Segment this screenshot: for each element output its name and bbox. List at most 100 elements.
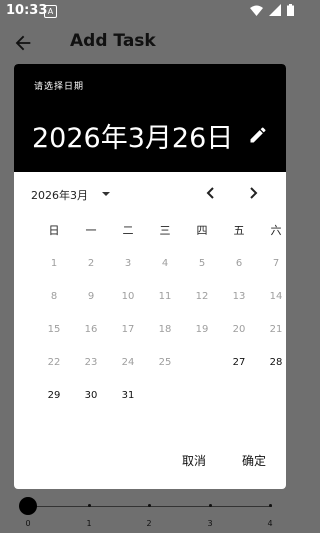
status-bar: 10:33 A — [0, 0, 300, 22]
arrow-left-icon[interactable] — [12, 32, 34, 54]
day-label: 18 — [158, 324, 172, 335]
chevron-left-icon[interactable] — [204, 186, 218, 200]
day-label: 11 — [158, 291, 172, 302]
weekday-label: 四 — [196, 224, 208, 237]
day-cell: 3 — [111, 249, 145, 279]
day-cell: 2 — [74, 249, 108, 279]
day-label: 5 — [198, 258, 206, 269]
slider-tick — [209, 504, 212, 507]
signal-icon — [269, 4, 281, 16]
priority-slider[interactable]: 0 1 2 3 4 — [0, 492, 300, 533]
day-label: 1 — [50, 258, 58, 269]
day-cell: 14 — [259, 282, 286, 312]
day-label: 24 — [121, 357, 135, 368]
weekday-label: 日 — [48, 224, 60, 237]
day-cell[interactable]: 31 — [111, 381, 145, 411]
day-cell: 17 — [111, 315, 145, 345]
day-cell[interactable]: 30 — [74, 381, 108, 411]
chevron-right-icon[interactable] — [246, 186, 260, 200]
day-label: 4 — [161, 258, 169, 269]
dialog-hint: 请选择日期 — [34, 82, 85, 92]
day-cell[interactable]: 29 — [37, 381, 71, 411]
day-label: 9 — [87, 291, 95, 302]
slider-tick — [269, 504, 272, 507]
day-label: 16 — [84, 324, 98, 335]
day-cell: 5 — [185, 249, 219, 279]
day-label: 13 — [232, 291, 246, 302]
day-label: 28 — [269, 357, 283, 368]
day-label: 15 — [47, 324, 61, 335]
day-label: 8 — [50, 291, 58, 302]
day-label: 6 — [235, 258, 243, 269]
weekday-label: 一 — [85, 224, 97, 237]
dialog-header: 请选择日期 2026年3月26日 — [14, 64, 286, 172]
cancel-button[interactable]: 取消 — [182, 452, 206, 469]
notification-icon: A — [44, 5, 57, 18]
weekday-label: 二 — [122, 224, 134, 237]
day-label: 23 — [84, 357, 98, 368]
day-cell[interactable]: 28 — [259, 348, 286, 378]
day-cell[interactable]: 27 — [222, 348, 256, 378]
day-cell: 24 — [111, 348, 145, 378]
day-cell: 25 — [148, 348, 182, 378]
app-bar: Add Task — [0, 22, 300, 66]
status-icons — [250, 4, 294, 16]
day-label: 7 — [272, 258, 280, 269]
day-label: 10 — [121, 291, 135, 302]
slider-tick-label: 3 — [207, 519, 213, 528]
day-label: 26 — [195, 357, 209, 368]
slider-thumb[interactable] — [19, 497, 37, 515]
slider-tick-label: 4 — [267, 519, 273, 528]
day-cell: 22 — [37, 348, 71, 378]
weekday-label: 六 — [270, 224, 282, 237]
status-time: 10:33 — [6, 3, 48, 18]
battery-icon — [287, 4, 294, 16]
day-label: 22 — [47, 357, 61, 368]
day-label: 3 — [124, 258, 132, 269]
day-label: 31 — [121, 390, 135, 401]
day-cell: 23 — [74, 348, 108, 378]
day-cell: 16 — [74, 315, 108, 345]
day-cell: 7 — [259, 249, 286, 279]
day-label: 30 — [84, 390, 98, 401]
caret-down-icon[interactable] — [100, 188, 112, 200]
day-cell: 18 — [148, 315, 182, 345]
day-cell: 8 — [37, 282, 71, 312]
slider-tick-label: 2 — [146, 519, 152, 528]
day-cell: 1 — [37, 249, 71, 279]
page-title: Add Task — [70, 31, 156, 51]
confirm-button[interactable]: 确定 — [242, 452, 266, 469]
day-cell: 4 — [148, 249, 182, 279]
day-label: 2 — [87, 258, 95, 269]
dialog-actions: 取消 确定 — [14, 435, 286, 489]
day-cell: 11 — [148, 282, 182, 312]
slider-tick — [88, 504, 91, 507]
day-cell: 6 — [222, 249, 256, 279]
day-label: 29 — [47, 390, 61, 401]
day-cell: 9 — [74, 282, 108, 312]
day-label: 21 — [269, 324, 283, 335]
day-label: 12 — [195, 291, 209, 302]
weekday-label: 五 — [233, 224, 245, 237]
date-picker-dialog: 请选择日期 2026年3月26日 2026年3月 日 一 二 三 四 五 六 1… — [14, 64, 286, 489]
slider-tick — [148, 504, 151, 507]
slider-tick-label: 1 — [86, 519, 92, 528]
pencil-icon[interactable] — [248, 125, 268, 145]
month-label[interactable]: 2026年3月 — [31, 187, 88, 203]
selected-date-display: 2026年3月26日 — [32, 123, 234, 154]
wifi-icon — [250, 5, 263, 16]
weekday-label: 三 — [159, 224, 171, 237]
day-cell: 20 — [222, 315, 256, 345]
day-cell: 19 — [185, 315, 219, 345]
month-row: 2026年3月 — [14, 172, 286, 216]
day-cell-selected[interactable]: 26 — [185, 348, 219, 378]
day-label: 27 — [232, 357, 246, 368]
day-label: 17 — [121, 324, 135, 335]
day-cell: 10 — [111, 282, 145, 312]
day-label: 19 — [195, 324, 209, 335]
day-cell: 12 — [185, 282, 219, 312]
day-cell: 13 — [222, 282, 256, 312]
day-cell: 21 — [259, 315, 286, 345]
slider-tick-label: 0 — [25, 519, 31, 528]
day-label: 25 — [158, 357, 172, 368]
